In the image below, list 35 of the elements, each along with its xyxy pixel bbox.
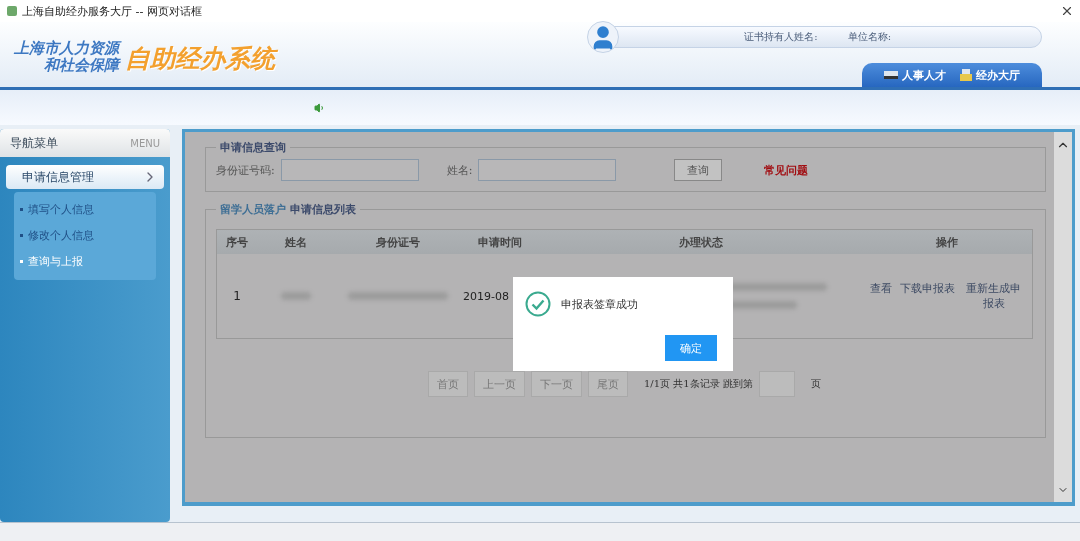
column-header: 身份证号 — [335, 230, 460, 254]
holder-label: 证书持有人姓名: — [744, 30, 818, 44]
faq-link[interactable]: 常见问题 — [764, 162, 809, 178]
dialog-message: 申报表签章成功 — [561, 296, 638, 312]
page-button[interactable]: 首页 — [428, 371, 468, 397]
menu-item[interactable]: 修改个人信息 — [20, 224, 150, 246]
field-label: 身份证号码: — [216, 162, 275, 178]
page-button[interactable]: 尾页 — [588, 371, 628, 397]
column-header: 办理状态 — [540, 230, 862, 254]
nav-tab[interactable]: 人事人才 — [884, 67, 946, 83]
sidebar-subtitle: MENU — [130, 137, 160, 149]
panel-title: 留学人员落户 申请信息列表 — [219, 202, 357, 217]
table-cell: 2019-08 — [463, 289, 509, 303]
sidebar-title: 导航菜单 — [10, 134, 58, 152]
menu-item[interactable]: 填写个人信息 — [20, 198, 150, 220]
nav-tab[interactable]: 经办大厅 — [960, 67, 1020, 83]
page-info: 1/1页 共1条记录 跳到第 — [644, 377, 753, 391]
panel-title: 申请信息查询 — [219, 140, 287, 155]
column-header: 操作 — [862, 230, 1032, 254]
action-link[interactable]: 查看 — [869, 281, 892, 311]
org-name: 和社会保障 — [44, 56, 119, 74]
menu-item[interactable]: 查询与上报 — [20, 250, 150, 272]
action-link[interactable]: 重新生成申报表 — [962, 281, 1025, 311]
ok-button[interactable]: 确定 — [665, 335, 717, 361]
menu-section[interactable]: 申请信息管理 — [6, 165, 164, 189]
field-label: 姓名: — [446, 162, 473, 178]
column-header: 姓名 — [257, 230, 335, 254]
table-cell-text: 1 — [232, 288, 242, 305]
window-title: 上海自助经办服务大厅 -- 网页对话框 — [22, 3, 203, 19]
column-header: 序号 — [217, 230, 257, 254]
unit-label: 单位名称: — [847, 30, 891, 44]
search-button[interactable]: 查询 — [674, 159, 723, 181]
action-link[interactable]: 下载申报表 — [899, 281, 955, 311]
column-header: 申请时间 — [460, 230, 540, 254]
page-suffix: 页 — [810, 377, 821, 391]
